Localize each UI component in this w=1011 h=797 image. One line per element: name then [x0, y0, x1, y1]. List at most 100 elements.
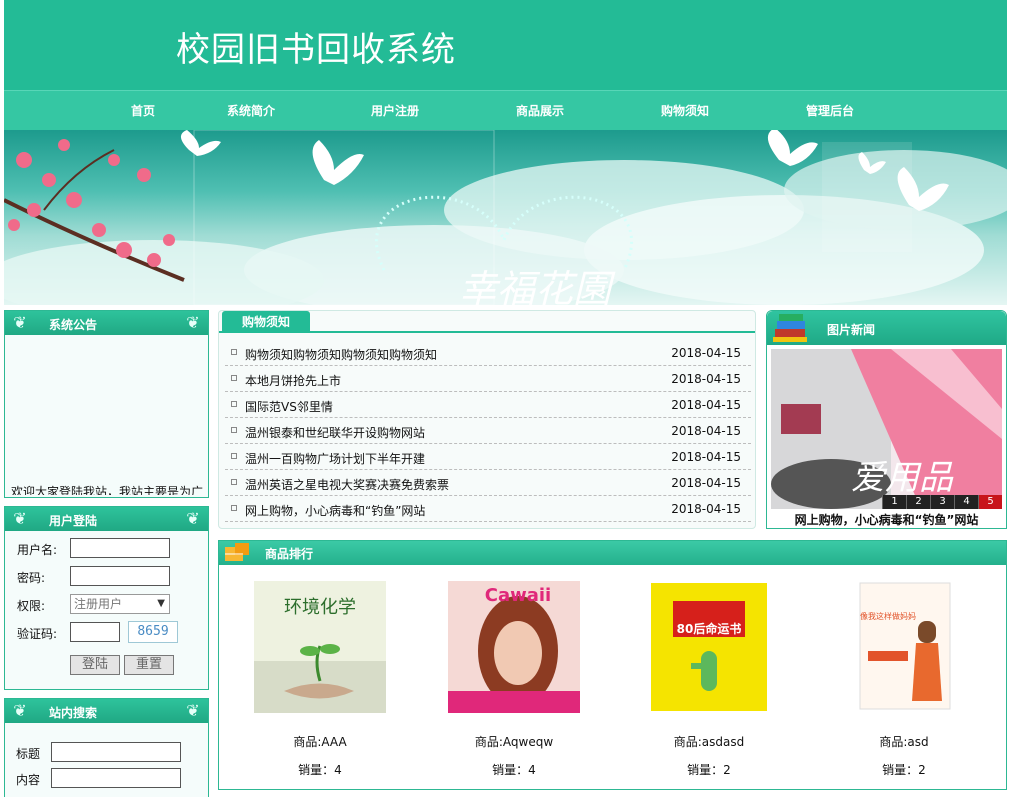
ornament-icon: ❦ — [186, 701, 200, 720]
search-content-label: 内容 — [16, 773, 41, 787]
search-title-input[interactable] — [51, 742, 181, 762]
goods-name[interactable]: 商品:AAA — [250, 733, 390, 750]
goods-image[interactable]: 80后命运书 — [643, 581, 775, 713]
news-title[interactable]: 购物须知购物须知购物须知购物须知 — [245, 346, 437, 363]
goods-item[interactable]: 环境化学 商品:AAA 销量：4 — [250, 581, 390, 777]
search-panel: ❦ 站内搜索 ❦ 标题 内容 — [4, 698, 209, 797]
shopping-guide-panel: 购物须知 购物须知购物须知购物须知购物须知 2018-04-15 本地月饼抢先上市… — [218, 310, 756, 529]
list-item[interactable]: 温州英语之星电视大奖赛决赛免费索票 2018-04-15 — [225, 470, 751, 496]
news-date: 2018-04-15 — [671, 450, 741, 464]
nav-item-shopping-guide[interactable]: 购物须知 — [661, 102, 709, 119]
captcha-input[interactable] — [70, 622, 120, 642]
list-item[interactable]: 温州银泰和世纪联华开设购物网站 2018-04-15 — [225, 418, 751, 444]
notice-panel: ❦ 系统公告 ❦ 欢迎大家登陆我站，我站主要是为广大 — [4, 310, 209, 498]
pager-item[interactable]: 2 — [906, 495, 930, 509]
goods-cover: 80后命运书 — [643, 581, 775, 713]
banner-illustration: 幸福花園 — [4, 130, 1007, 305]
goods-cover-text: 80后命运书 — [677, 621, 742, 636]
nav-item-home[interactable]: 首页 — [131, 102, 155, 119]
books-icon — [773, 314, 807, 342]
goods-item[interactable]: 像我这样做妈妈 商品:asd 销量：2 — [834, 581, 974, 777]
search-panel-header: ❦ 站内搜索 ❦ — [5, 699, 208, 723]
bullet-icon — [231, 401, 237, 407]
ornament-icon: ❦ — [186, 509, 200, 528]
search-panel-title: 站内搜索 — [49, 706, 98, 720]
bullet-icon — [231, 375, 237, 381]
site-title: 校园旧书回收系统 — [176, 30, 456, 70]
goods-item[interactable]: Cawaii 商品:Aqweqw 销量：4 — [444, 581, 584, 777]
news-date: 2018-04-15 — [671, 502, 741, 516]
search-title-label: 标题 — [16, 747, 41, 761]
goods-name[interactable]: 商品:asd — [834, 733, 974, 750]
pager-item-active[interactable]: 5 — [978, 495, 1002, 509]
username-input[interactable] — [70, 538, 170, 558]
news-date: 2018-04-15 — [671, 424, 741, 438]
news-title[interactable]: 温州英语之星电视大奖赛决赛免费索票 — [245, 476, 449, 493]
goods-image[interactable]: Cawaii — [448, 581, 580, 713]
tab-shopping-guide[interactable]: 购物须知 — [222, 311, 310, 333]
goods-cover-text: Cawaii — [485, 585, 551, 606]
picture-news-panel: 图片新闻 爱用品 1 2 3 4 5 网上购物，小心病毒和“钓鱼”网站 — [766, 310, 1007, 529]
ornament-icon: ❦ — [186, 313, 200, 332]
news-title[interactable]: 国际范VS邻里情 — [245, 398, 333, 415]
bullet-icon — [231, 479, 237, 485]
picture-news-illustration: 爱用品 — [771, 349, 1002, 509]
goods-cover: Cawaii — [448, 581, 580, 713]
list-item[interactable]: 温州一百购物广场计划下半年开建 2018-04-15 — [225, 444, 751, 470]
news-title[interactable]: 温州银泰和世纪联华开设购物网站 — [245, 424, 425, 441]
goods-cover-text: 像我这样做妈妈 — [860, 611, 916, 621]
login-panel-title: 用户登陆 — [49, 514, 98, 528]
picture-news-image[interactable]: 爱用品 1 2 3 4 5 — [771, 349, 1002, 509]
goods-ranking-title: 商品排行 — [265, 547, 314, 561]
nav-item-admin[interactable]: 管理后台 — [806, 102, 854, 119]
nav-item-intro[interactable]: 系统简介 — [227, 102, 275, 119]
role-select-value: 注册用户 — [74, 597, 123, 611]
search-content-input[interactable] — [51, 768, 181, 788]
pager-item[interactable]: 4 — [954, 495, 978, 509]
goods-cover: 像我这样做妈妈 — [838, 581, 970, 713]
pager-item[interactable]: 1 — [882, 495, 906, 509]
nav-item-products[interactable]: 商品展示 — [516, 102, 564, 119]
username-label: 用户名: — [17, 543, 58, 557]
ornament-icon: ❦ — [13, 509, 27, 528]
main-nav: 首页 系统简介 用户注册 商品展示 购物须知 管理后台 — [4, 90, 1007, 130]
bullet-icon — [231, 505, 237, 511]
picture-news-header: 图片新闻 — [767, 311, 1006, 345]
notice-panel-header: ❦ 系统公告 ❦ — [5, 311, 208, 335]
list-item[interactable]: 国际范VS邻里情 2018-04-15 — [225, 392, 751, 418]
tab-bar: 购物须知 — [219, 311, 755, 333]
goods-sales: 销量：4 — [492, 763, 536, 777]
news-title[interactable]: 网上购物，小心病毒和“钓鱼”网站 — [245, 502, 425, 519]
role-select[interactable]: 注册用户 ▼ — [70, 594, 170, 614]
nav-item-register[interactable]: 用户注册 — [371, 102, 419, 119]
bullet-icon — [231, 453, 237, 459]
goods-image[interactable]: 环境化学 — [254, 581, 386, 713]
goods-cover-text: 环境化学 — [284, 597, 356, 618]
captcha-label: 验证码: — [17, 627, 58, 641]
news-title[interactable]: 温州一百购物广场计划下半年开建 — [245, 450, 425, 467]
goods-image[interactable]: 像我这样做妈妈 — [838, 581, 970, 713]
goods-name[interactable]: 商品:asdasd — [639, 733, 779, 750]
goods-cover: 环境化学 — [254, 581, 386, 713]
goods-sales: 销量：4 — [298, 763, 342, 777]
goods-item[interactable]: 80后命运书 商品:asdasd 销量：2 — [639, 581, 779, 777]
pager-item[interactable]: 3 — [930, 495, 954, 509]
bullet-icon — [231, 427, 237, 433]
reset-button[interactable]: 重置 — [124, 655, 174, 675]
picture-news-caption[interactable]: 网上购物，小心病毒和“钓鱼”网站 — [767, 511, 1006, 528]
list-item[interactable]: 本地月饼抢先上市 2018-04-15 — [225, 366, 751, 392]
news-date: 2018-04-15 — [671, 372, 741, 386]
bullet-icon — [231, 349, 237, 355]
site-header: 校园旧书回收系统 — [4, 0, 1007, 90]
list-item[interactable]: 网上购物，小心病毒和“钓鱼”网站 2018-04-15 — [225, 496, 751, 522]
list-item[interactable]: 购物须知购物须知购物须知购物须知 2018-04-15 — [225, 340, 751, 366]
news-title[interactable]: 本地月饼抢先上市 — [245, 372, 341, 389]
password-input[interactable] — [70, 566, 170, 586]
ornament-icon: ❦ — [13, 313, 27, 332]
role-label: 权限: — [17, 599, 46, 613]
login-button[interactable]: 登陆 — [70, 655, 120, 675]
picture-news-title: 图片新闻 — [827, 323, 876, 337]
goods-ranking-header: 商品排行 — [219, 541, 1006, 565]
captcha-image[interactable]: 8659 — [128, 621, 178, 643]
goods-name[interactable]: 商品:Aqweqw — [444, 733, 584, 750]
